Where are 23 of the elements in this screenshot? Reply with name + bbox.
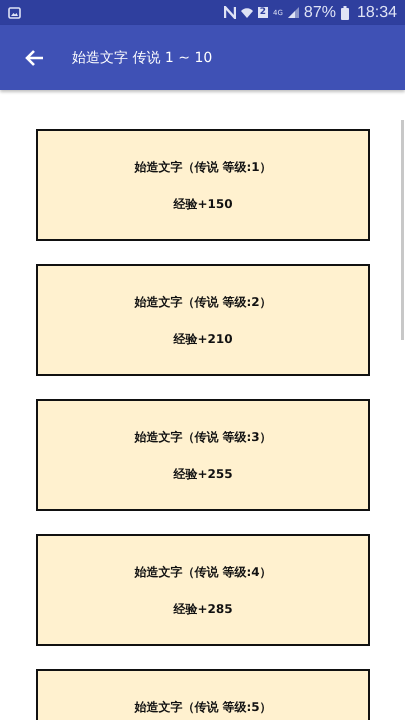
card-reward: 经验+285 [173,601,233,618]
sim-badge: 2 [258,7,268,18]
level-card[interactable]: 始造文字（传说 等级:3） 经验+255 [36,399,370,511]
card-reward: 经验+150 [173,196,233,213]
wifi-icon [240,6,253,18]
screen-title: 始造文字 传说 1 ~ 10 [72,48,212,66]
card-reward: 经验+210 [173,331,233,348]
level-card[interactable]: 始造文字（传说 等级:4） 经验+285 [36,534,370,646]
clock: 18:34 [356,4,397,22]
card-title: 始造文字（传说 等级:3） [134,429,272,446]
card-title: 始造文字（传说 等级:4） [134,564,272,581]
image-icon [8,6,21,18]
battery-icon [340,6,349,20]
card-title: 始造文字（传说 等级:5） [134,699,272,716]
signal-icon [288,7,299,18]
level-card[interactable]: 始造文字（传说 等级:5） [36,669,370,720]
card-reward: 经验+255 [173,466,233,483]
card-title: 始造文字（传说 等级:1） [134,159,272,176]
level-card[interactable]: 始造文字（传说 等级:2） 经验+210 [36,264,370,376]
nfc-icon [224,6,236,19]
level-card[interactable]: 始造文字（传说 等级:1） 经验+150 [36,129,370,241]
card-title: 始造文字（传说 等级:2） [134,294,272,311]
battery-level: 87% [304,4,336,22]
